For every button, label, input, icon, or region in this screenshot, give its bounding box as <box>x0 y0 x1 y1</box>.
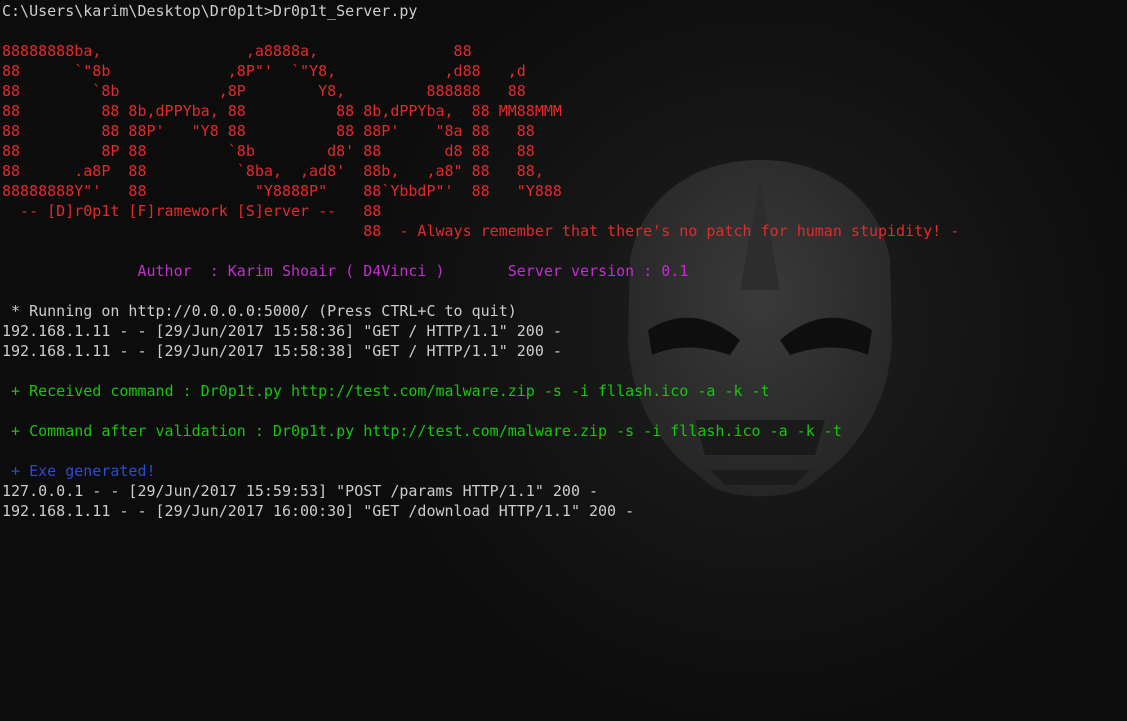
command-prompt-line: C:\Users\karim\Desktop\Dr0p1t>Dr0p1t_Ser… <box>2 2 418 20</box>
author-info-line: Author : Karim Shoair ( D4Vinci ) Server… <box>2 261 1127 281</box>
banner-art-line: 88 88 8b,dPPYba, 88 88 8b,dPPYba, 88 MM8… <box>2 102 562 120</box>
banner-art-line: 88 88 88P' "Y8 88 88 88P' "8a 88 88 <box>2 122 535 140</box>
access-log-line: 192.168.1.11 - - [29/Jun/2017 15:58:38] … <box>2 342 562 360</box>
banner-art-line: 88888888Y"' 88 "Y8888P" 88`YbbdP"' 88 "Y… <box>2 182 562 200</box>
terminal-window[interactable]: C:\Users\karim\Desktop\Dr0p1t>Dr0p1t_Ser… <box>0 0 1127 721</box>
validated-command-line: + Command after validation : Dr0p1t.py h… <box>2 422 842 440</box>
banner-art-line: 88888888ba, ,a8888a, 88 <box>2 42 472 60</box>
banner-framework-line: -- [D]r0p1t [F]ramework [S]erver -- 88 <box>2 202 382 220</box>
banner-art-line: 88 `8b ,8P Y8, 888888 88 <box>2 82 526 100</box>
access-log-line: 192.168.1.11 - - [29/Jun/2017 15:58:36] … <box>2 322 562 340</box>
banner-motto-line: 88 - Always remember that there's no pat… <box>2 222 960 240</box>
terminal-output: C:\Users\karim\Desktop\Dr0p1t>Dr0p1t_Ser… <box>2 1 1127 521</box>
server-version-label: Server version : 0.1 <box>507 262 689 280</box>
access-log-line: 192.168.1.11 - - [29/Jun/2017 16:00:30] … <box>2 502 635 520</box>
server-running-line: * Running on http://0.0.0.0:5000/ (Press… <box>2 302 517 320</box>
author-label: Author : Karim Shoair ( D4Vinci ) <box>2 262 445 280</box>
received-command-line: + Received command : Dr0p1t.py http://te… <box>2 382 770 400</box>
banner-art-line: 88 .a8P 88 `8ba, ,ad8' 88b, ,a8" 88 88, <box>2 162 544 180</box>
banner-art-line: 88 `"8b ,8P"' `"Y8, ,d88 ,d <box>2 62 526 80</box>
exe-generated-line: + Exe generated! <box>2 462 156 480</box>
banner-art-line: 88 8P 88 `8b d8' 88 d8 88 88 <box>2 142 535 160</box>
access-log-line: 127.0.0.1 - - [29/Jun/2017 15:59:53] "PO… <box>2 482 599 500</box>
